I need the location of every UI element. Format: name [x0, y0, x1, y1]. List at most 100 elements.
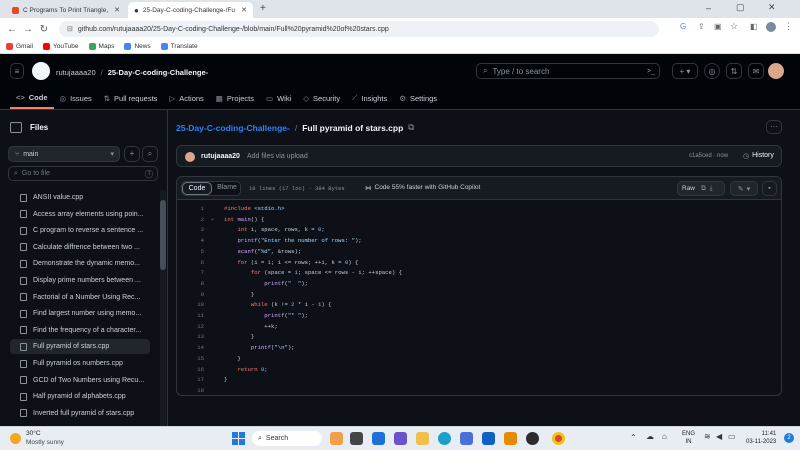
file-tree-item[interactable]: Find the frequency of a character...	[10, 323, 150, 338]
task-view-icon[interactable]	[350, 432, 363, 445]
search-input[interactable]: ⌕ Type / to search >_	[476, 63, 660, 79]
windows-start-icon[interactable]	[232, 432, 245, 445]
tab-wiki[interactable]: ▭ Wiki	[260, 87, 297, 109]
file-tree-item[interactable]: Full pyramid os numbers.cpp	[10, 356, 150, 371]
taskbar-search[interactable]: ⌕ Search	[252, 431, 322, 446]
commit-message[interactable]: Add files via upload	[247, 153, 308, 160]
close-tab-icon[interactable]: ✕	[241, 6, 247, 14]
battery-icon[interactable]: ▭	[728, 432, 736, 441]
tab-pull-requests[interactable]: ⇅ Pull requests	[98, 87, 164, 109]
add-file-button[interactable]: +	[124, 146, 140, 162]
forward-icon[interactable]: →	[20, 24, 36, 35]
symbols-panel-icon[interactable]: ▪	[762, 181, 777, 196]
file-tree-item[interactable]: Demonstrate the dynamic memo...	[10, 256, 150, 271]
browser-tab-1[interactable]: C Programs To Print Triangle, Py ✕	[6, 2, 126, 18]
file-tree-item[interactable]: Access array elements using poin...	[10, 207, 150, 222]
widget-icon[interactable]	[330, 432, 343, 445]
user-avatar[interactable]	[768, 63, 784, 79]
browser-tab-2[interactable]: ● 25-Day-C-coding-Challenge-/Fu ✕	[128, 2, 253, 18]
new-tab-button[interactable]: +	[260, 3, 266, 14]
edge-icon[interactable]	[438, 432, 451, 445]
search-files-icon[interactable]: ⌕	[142, 146, 158, 162]
wifi-icon[interactable]: ≋	[704, 432, 711, 441]
bookmark-gmail[interactable]: Gmail	[6, 43, 33, 50]
commit-author[interactable]: rutujaaaa20	[201, 153, 240, 160]
google-icon[interactable]: G	[680, 22, 686, 31]
language-indicator[interactable]: ENG IN	[682, 430, 695, 446]
code-view-button[interactable]: Code	[182, 182, 212, 195]
go-to-file-input[interactable]: ⌕ Go to file t	[8, 166, 158, 181]
tab-actions[interactable]: ▷ Actions	[163, 87, 209, 109]
cloud-icon[interactable]: ☁	[646, 432, 654, 441]
file-tree-item[interactable]: Factorial of a Number Using Rec...	[10, 290, 150, 305]
branch-selector[interactable]: ⑂ main ▾	[8, 146, 120, 162]
video-call-icon[interactable]	[372, 432, 385, 445]
tab-settings[interactable]: ⚙ Settings	[393, 87, 443, 109]
file-tree-item[interactable]: ANSII value.cpp	[10, 190, 150, 205]
address-bar[interactable]: ⊟ github.com/rutujaaaa20/25-Day-C-coding…	[59, 21, 659, 37]
bookmark-translate[interactable]: Translate	[160, 43, 198, 50]
file-tree-item[interactable]: GCD of Two Numbers using Recu...	[10, 373, 150, 388]
commit-hash[interactable]: c1a5ced · now	[689, 153, 728, 159]
close-window-button[interactable]: ✕	[768, 2, 776, 13]
amazon-icon[interactable]	[504, 432, 517, 445]
issues-icon[interactable]: ◎	[704, 63, 720, 79]
chrome-icon[interactable]	[552, 432, 565, 445]
file-tree-item[interactable]: Full pyramid of stars.cpp	[10, 339, 150, 355]
maximize-window-button[interactable]: ▢	[736, 2, 745, 13]
onedrive-icon[interactable]: ⌂	[662, 432, 667, 441]
share-icon[interactable]: ⇪	[698, 22, 705, 31]
bookmark-maps[interactable]: Maps	[88, 43, 114, 50]
file-tree-item[interactable]: Find largest number using memo...	[10, 306, 150, 321]
repo-link[interactable]: 25-Day-C-coding-Challenge-	[108, 68, 208, 77]
weather-temp[interactable]: 30°C	[26, 430, 41, 437]
store-icon[interactable]	[460, 432, 473, 445]
command-palette-icon[interactable]: >_	[647, 68, 655, 75]
back-icon[interactable]: ←	[4, 24, 20, 35]
bookmark-youtube[interactable]: YouTube	[42, 43, 79, 50]
menu-kebab-icon[interactable]: ⋮	[784, 21, 793, 32]
create-new-button[interactable]: + ▾	[672, 63, 698, 79]
chatgpt-icon[interactable]	[526, 432, 539, 445]
weather-desc[interactable]: Mostly sunny	[26, 439, 64, 446]
sidebar-scrollbar[interactable]	[160, 190, 166, 426]
more-options-button[interactable]: ···	[766, 120, 782, 134]
close-tab-icon[interactable]: ✕	[114, 6, 120, 14]
tab-projects[interactable]: ▦ Projects	[210, 87, 260, 109]
reload-icon[interactable]: ↻	[36, 24, 52, 35]
hamburger-menu-icon[interactable]: ≡	[10, 63, 24, 79]
minimize-window-button[interactable]: –	[706, 3, 711, 13]
github-logo-icon[interactable]	[32, 62, 50, 80]
scrollbar-thumb[interactable]	[160, 200, 166, 270]
file-tree-item[interactable]: Inverted full pyramid of stars.cpp	[10, 406, 150, 421]
file-tree-item[interactable]: Calculate diffrence between two ...	[10, 240, 150, 255]
download-icon[interactable]: ⤓	[708, 185, 715, 193]
sun-weather-icon[interactable]	[10, 433, 21, 444]
tab-insights[interactable]: ⟋ Insights	[346, 87, 393, 109]
repo-root-link[interactable]: 25-Day-C-coding-Challenge-	[176, 123, 290, 133]
owner-link[interactable]: rutujaaaa20	[56, 68, 96, 77]
inbox-icon[interactable]: ✉	[748, 63, 764, 79]
fold-chevron-icon[interactable]: ⌄	[210, 215, 215, 222]
copy-path-icon[interactable]: ⧉	[408, 122, 414, 133]
copy-raw-icon[interactable]: ⧉	[699, 185, 708, 193]
pull-requests-icon[interactable]: ⇅	[726, 63, 742, 79]
bookmark-news[interactable]: News	[124, 43, 151, 50]
collapse-sidebar-icon[interactable]	[10, 122, 22, 133]
teams-icon[interactable]	[394, 432, 407, 445]
bookmark-star-icon[interactable]: ☆	[730, 21, 738, 32]
extension-icon[interactable]: ▣	[714, 22, 722, 31]
notification-badge[interactable]: 2	[784, 433, 794, 443]
file-tree-item[interactable]: Half pyramid of alphabets.cpp	[10, 389, 150, 404]
file-tree-item[interactable]: Display prime numbers between ...	[10, 273, 150, 288]
dropbox-icon[interactable]	[482, 432, 495, 445]
file-explorer-icon[interactable]	[416, 432, 429, 445]
edit-button[interactable]: ✎ ▾	[730, 181, 758, 196]
copilot-link[interactable]: ⧓ Code 55% faster with GitHub Copilot	[365, 184, 480, 192]
tab-security[interactable]: ◇ Security	[297, 87, 346, 109]
raw-button[interactable]: Raw	[678, 185, 699, 192]
tab-issues[interactable]: ◎ Issues	[54, 87, 98, 109]
profile-avatar[interactable]	[766, 22, 776, 32]
history-button[interactable]: ◷ History	[743, 152, 774, 160]
chevron-up-icon[interactable]: ⌃	[630, 433, 637, 442]
